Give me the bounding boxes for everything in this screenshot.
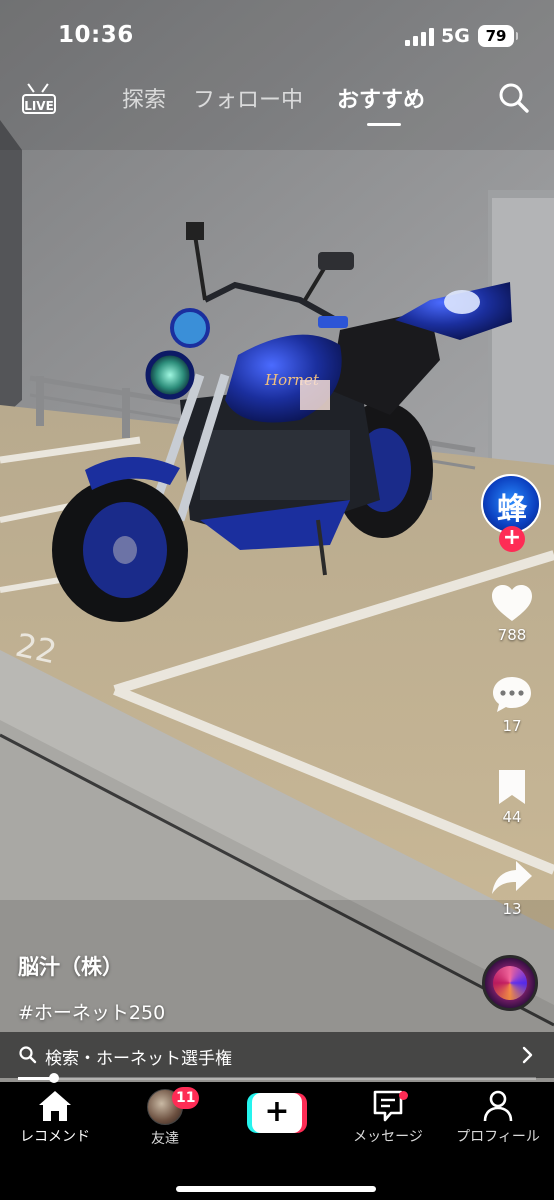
comment-button[interactable]: 17 (480, 675, 544, 735)
comment-count: 17 (502, 717, 522, 735)
create-button[interactable]: + (247, 1093, 307, 1133)
author-name[interactable]: 脳汁（株） (18, 951, 468, 981)
home-indicator (176, 1186, 376, 1192)
video-player[interactable]: 22 Hornet (0, 0, 554, 1082)
share-button[interactable]: 13 (480, 858, 544, 918)
network-type: 5G (441, 25, 470, 47)
video-progress-bar[interactable] (18, 1073, 536, 1083)
bottom-nav: レコメンド 11 友達 + メッセージ プロフィール (0, 1083, 554, 1200)
heart-icon (492, 585, 532, 621)
chevron-right-icon (522, 1046, 533, 1064)
home-icon (39, 1091, 71, 1121)
music-cover (493, 966, 527, 1000)
nav-friends[interactable]: 11 友達 (110, 1087, 220, 1148)
tab-for-you[interactable]: おすすめ (337, 82, 425, 114)
status-time: 10:36 (58, 22, 134, 48)
inbox-dot (399, 1091, 408, 1100)
plus-icon: + (252, 1093, 302, 1133)
profile-icon (483, 1090, 513, 1122)
nav-home[interactable]: レコメンド (0, 1089, 110, 1146)
tab-indicator (367, 123, 401, 126)
creator-avatar-group: 蜂 + (480, 472, 544, 552)
share-icon (492, 861, 532, 894)
follow-button[interactable]: + (499, 526, 525, 552)
like-button[interactable]: 788 (480, 584, 544, 644)
save-button[interactable]: 44 (480, 768, 544, 826)
like-count: 788 (497, 626, 527, 644)
nav-inbox-label: メッセージ (353, 1129, 423, 1145)
save-count: 44 (502, 808, 522, 826)
nav-profile-label: プロフィール (456, 1129, 540, 1145)
hashtag-link[interactable]: #ホーネット250 (18, 998, 468, 1025)
comment-icon (493, 677, 531, 712)
related-search-text: 検索・ホーネット選手権 (45, 1049, 232, 1069)
nav-profile[interactable]: プロフィール (443, 1089, 553, 1146)
tab-explore[interactable]: 探索 (122, 82, 166, 114)
bookmark-icon (499, 770, 525, 804)
video-caption: 脳汁（株） #ホーネット250 (18, 951, 468, 1025)
tab-following[interactable]: フォロー中 (193, 82, 303, 114)
status-bar: 10:36 5G 79 (0, 0, 554, 70)
search-button[interactable] (496, 80, 532, 116)
nav-home-label: レコメンド (20, 1129, 90, 1145)
search-icon (499, 83, 529, 113)
video-frame: 22 Hornet (0, 0, 554, 1082)
nav-inbox[interactable]: メッセージ (333, 1089, 443, 1146)
search-icon (19, 1046, 37, 1064)
signal-icon (405, 28, 435, 46)
battery-icon: 79 (478, 25, 518, 47)
feed-tabs: 探索 フォロー中 おすすめ (0, 82, 554, 122)
friends-badge: 11 (172, 1087, 200, 1109)
related-search-bar[interactable]: 検索・ホーネット選手権 (0, 1032, 554, 1078)
top-nav: LIVE 探索 フォロー中 おすすめ (0, 72, 554, 132)
share-count: 13 (502, 900, 522, 918)
nav-friends-label: 友達 (151, 1131, 179, 1147)
music-disc[interactable] (482, 955, 538, 1011)
